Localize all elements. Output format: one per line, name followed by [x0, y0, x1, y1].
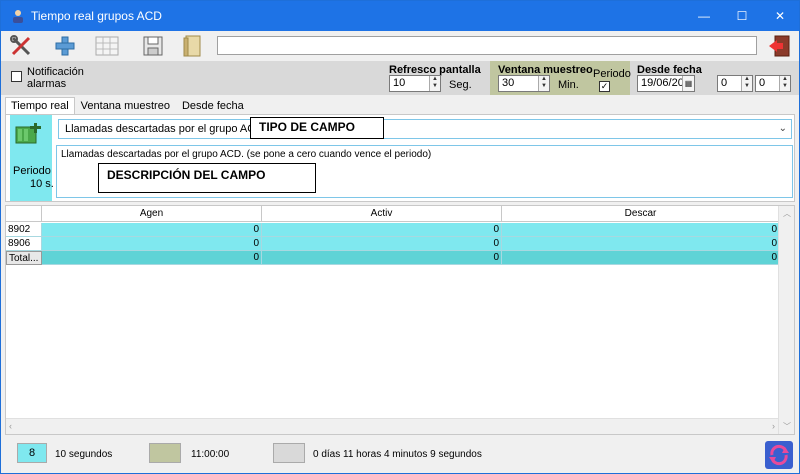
chevron-down-icon[interactable]: ⌄ [779, 120, 787, 138]
vertical-scrollbar[interactable]: ︿ ﹀ [778, 206, 794, 434]
hour-value: 0 [721, 77, 728, 89]
title-bar: Tiempo real grupos ACD — ☐ ✕ [1, 1, 799, 31]
spin-arrows-icon[interactable]: ▲ ▼ [741, 76, 752, 91]
tab-desde-fecha[interactable]: Desde fecha [176, 97, 250, 115]
app-window: Tiempo real grupos ACD — ☐ ✕ Notificació… [0, 0, 800, 474]
alarmas-label: alarmas [27, 78, 67, 90]
periodo-sidebar-value: 10 s. [30, 178, 54, 190]
campo-description-text: Llamadas descartadas por el grupo ACD. (… [61, 149, 432, 160]
ventana-panel: Ventana muestreo 30 ▲ ▼ Min. Periodo ✓ [490, 61, 631, 95]
exit-button[interactable] [765, 33, 793, 59]
add-field-icon [15, 123, 41, 144]
column-header-agen[interactable]: Agen [42, 206, 262, 221]
refresco-unit: Seg. [449, 79, 472, 91]
status-bar: 8 10 segundos 11:00:00 0 días 11 horas 4… [1, 437, 799, 473]
cell-agen[interactable]: 0 [42, 251, 262, 265]
status-periodo-value: 8 [28, 447, 36, 459]
data-grid: Agen Activ Descar 8902 0 0 0 8906 0 0 0 … [5, 205, 795, 435]
periodo-checkbox[interactable]: ✓ [599, 81, 610, 92]
status-time-text: 11:00:00 [191, 449, 230, 460]
grid-corner [6, 206, 42, 221]
periodo-sidebar-label: Periodo [13, 165, 51, 177]
notificacion-label: Notificación [27, 66, 84, 78]
desde-fecha-picker[interactable]: 19/06/20 ▦ [637, 75, 695, 92]
app-user-icon [13, 10, 23, 23]
tab-ventana-muestreo[interactable]: Ventana muestreo [75, 97, 176, 115]
tab-tiempo-real[interactable]: Tiempo real [5, 97, 75, 115]
tools-button[interactable] [7, 33, 35, 59]
status-refresh-text: 10 segundos [55, 449, 113, 460]
scroll-right-icon[interactable]: › [772, 421, 775, 431]
campo-dropdown[interactable]: Llamadas descartadas por el grupo ACD ⌄ [58, 119, 792, 139]
scroll-left-icon[interactable]: ‹ [9, 421, 12, 431]
status-elapsed-text: 0 días 11 horas 4 minutos 9 segundos [313, 449, 482, 460]
toolbar [1, 31, 799, 61]
minute-spinner[interactable]: 0 ▲ ▼ [755, 75, 791, 92]
refresco-spinner[interactable]: 10 ▲ ▼ [389, 75, 441, 92]
cell-descar[interactable]: 0 [502, 223, 780, 237]
exit-icon [769, 35, 790, 57]
scroll-down-icon[interactable]: ﹀ [783, 421, 791, 432]
row-header[interactable]: 8902 [6, 223, 42, 237]
column-header-activ[interactable]: Activ [262, 206, 502, 221]
row-header[interactable]: 8906 [6, 237, 42, 251]
status-desde-box [273, 443, 305, 463]
desde-fecha-value: 19/06/20 [641, 77, 684, 89]
tab-strip: Tiempo real Ventana muestreo Desde fecha [5, 97, 250, 115]
add-button[interactable] [51, 33, 79, 59]
book-button[interactable] [179, 33, 207, 59]
book-icon [183, 35, 201, 57]
grid-button[interactable] [93, 33, 121, 59]
minute-value: 0 [759, 77, 766, 89]
grid-header: Agen Activ Descar [6, 206, 780, 222]
callout-tipo-de-campo: TIPO DE CAMPO [250, 117, 384, 139]
campo-dropdown-value: Llamadas descartadas por el grupo ACD [65, 123, 264, 135]
refresh-icon [765, 441, 793, 469]
horizontal-scrollbar[interactable]: ‹ › [6, 418, 778, 434]
callout-descripcion-del-campo: DESCRIPCIÓN DEL CAMPO [98, 163, 316, 193]
cell-activ[interactable]: 0 [262, 237, 502, 251]
close-button[interactable]: ✕ [761, 1, 799, 31]
periodo-label: Periodo [593, 68, 631, 80]
ventana-value: 30 [502, 77, 515, 89]
hour-spinner[interactable]: 0 ▲ ▼ [717, 75, 753, 92]
plus-icon [55, 36, 75, 56]
minimize-button[interactable]: — [685, 1, 723, 31]
cell-agen[interactable]: 0 [42, 237, 262, 251]
cell-activ[interactable]: 0 [262, 223, 502, 237]
status-periodo-box: 8 [17, 443, 47, 463]
spin-arrows-icon[interactable]: ▲ ▼ [429, 76, 440, 91]
ventana-spinner[interactable]: 30 ▲ ▼ [498, 75, 550, 92]
status-ventana-box [149, 443, 181, 463]
refresco-value: 10 [393, 77, 406, 89]
table-row-total[interactable]: Total... 0 0 0 [6, 251, 780, 265]
notificacion-checkbox[interactable] [11, 71, 22, 82]
save-icon [143, 36, 163, 56]
ventana-unit: Min. [558, 79, 579, 91]
window-title: Tiempo real grupos ACD [31, 9, 162, 23]
calendar-icon[interactable]: ▦ [682, 76, 694, 91]
refresh-button[interactable] [765, 441, 793, 469]
column-header-descar[interactable]: Descar [502, 206, 780, 221]
row-header-total[interactable]: Total... [6, 251, 42, 265]
tab-pane: Periodo 10 s. Llamadas descartadas por e… [5, 114, 795, 202]
cell-descar[interactable]: 0 [502, 237, 780, 251]
table-row[interactable]: 8902 0 0 0 [6, 223, 780, 237]
check-icon: ✓ [600, 81, 609, 91]
periodo-sidebar: Periodo 10 s. [10, 115, 54, 201]
cell-descar[interactable]: 0 [502, 251, 780, 265]
scroll-up-icon[interactable]: ︿ [783, 208, 791, 219]
maximize-button[interactable]: ☐ [723, 1, 761, 31]
table-row[interactable]: 8906 0 0 0 [6, 237, 780, 251]
cell-activ[interactable]: 0 [262, 251, 502, 265]
spin-arrows-icon[interactable]: ▲ ▼ [779, 76, 790, 91]
grid-icon [95, 36, 119, 56]
tools-icon [10, 35, 31, 56]
save-button[interactable] [139, 33, 167, 59]
add-field-button[interactable] [14, 121, 44, 147]
spin-arrows-icon[interactable]: ▲ ▼ [538, 76, 549, 91]
options-bar: Notificación alarmas Refresco pantalla 1… [1, 61, 799, 95]
toolbar-text-field[interactable] [217, 36, 757, 55]
cell-agen[interactable]: 0 [42, 223, 262, 237]
